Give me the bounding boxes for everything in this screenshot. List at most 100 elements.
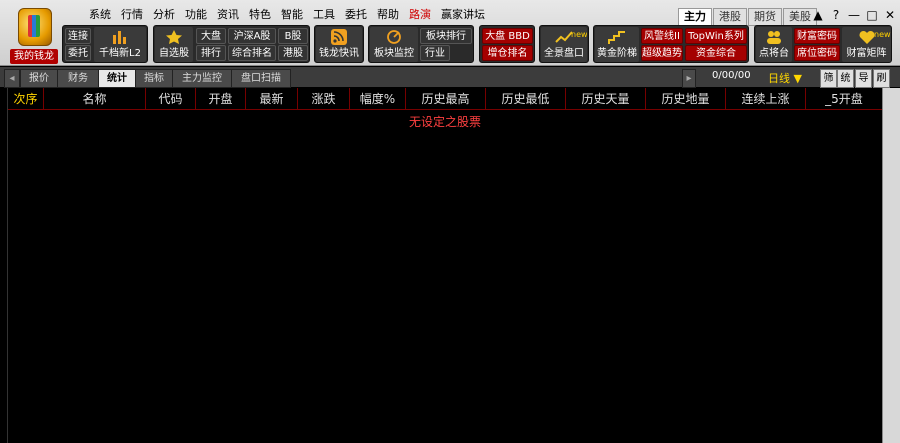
fund-composite-button[interactable]: 资金综合: [685, 45, 747, 61]
mode-tab-hk[interactable]: 港股: [713, 8, 747, 26]
ranking-dropdown[interactable]: 排行: [196, 45, 226, 61]
tab-scroll-left-icon[interactable]: ◂: [4, 69, 20, 88]
column-header-hist-high[interactable]: 历史最高: [406, 88, 486, 110]
column-header-hist-max-volume[interactable]: 历史天量: [566, 88, 646, 110]
menu-item-feature[interactable]: 特色: [244, 7, 276, 23]
menu-item-system[interactable]: 系统: [84, 7, 116, 23]
period-selector[interactable]: 日线 ▼: [768, 70, 802, 86]
vertical-scrollbar[interactable]: [882, 88, 900, 443]
new-badge: new: [571, 30, 587, 39]
column-header-code[interactable]: 代码: [146, 88, 196, 110]
help-icon[interactable]: ?: [830, 8, 842, 22]
star-icon: [166, 30, 182, 44]
ladder-icon: [608, 31, 625, 44]
toolbar-group-lists: 自选股 大盘 沪深A股 B股 排行 综合排名 港股: [153, 25, 310, 63]
level2-label: 千档新L2: [99, 48, 141, 59]
close-icon[interactable]: ✕: [884, 8, 896, 22]
menu-item-forum[interactable]: 赢家讲坛: [436, 7, 490, 23]
top-toolbar: 我的钱龙 系统 行情 分析 功能 资讯 特色 智能 工具 委托 帮助 路演 赢家…: [0, 0, 900, 66]
column-header-hist-low[interactable]: 历史最低: [486, 88, 566, 110]
mode-tab-main[interactable]: 主力: [678, 8, 712, 26]
general-board-button[interactable]: 点将台: [756, 27, 792, 62]
mode-tab-futures[interactable]: 期货: [748, 8, 782, 26]
menu-item-help[interactable]: 帮助: [372, 7, 404, 23]
super-trend-button[interactable]: 超级趋势: [641, 45, 683, 61]
column-header-5-open[interactable]: _5开盘: [806, 88, 882, 110]
tab-scroll-right-icon[interactable]: ▸: [682, 69, 696, 88]
entrust-button[interactable]: 委托: [65, 45, 91, 61]
rss-icon: [331, 29, 347, 45]
news-label: 钱龙快讯: [319, 48, 359, 59]
risk-line-button[interactable]: 风警线II: [641, 28, 683, 44]
golden-ladder-button[interactable]: 黄金阶梯: [595, 27, 639, 62]
logo-label: 我的钱龙: [10, 49, 58, 64]
level2-button[interactable]: 千档新L2: [94, 27, 146, 62]
tab-quotes[interactable]: 报价: [20, 69, 58, 88]
toolbar-group-trade: 连接 委托 千档新L2: [62, 25, 148, 63]
panorama-button[interactable]: new 全景盘口: [541, 27, 587, 62]
wealth-code-button[interactable]: 财富密码: [794, 28, 840, 44]
b-share-dropdown[interactable]: B股: [278, 28, 308, 44]
column-header-seq[interactable]: 次序: [8, 88, 44, 110]
topwin-button[interactable]: TopWin系列: [685, 28, 747, 44]
date-display: 0/00/00: [712, 70, 751, 81]
index-dropdown[interactable]: 大盘: [196, 28, 226, 44]
refresh-button[interactable]: 刷: [873, 69, 890, 88]
hk-dropdown[interactable]: 港股: [278, 45, 308, 61]
watchlist-label: 自选股: [159, 48, 189, 59]
view-tab-bar: ◂ 报价 财务 统计 指标 主力监控 盘口扫描 ▸: [0, 67, 900, 88]
empty-message: 无设定之股票: [408, 115, 481, 129]
connect-button[interactable]: 连接: [65, 28, 91, 44]
column-header-change[interactable]: 涨跌: [298, 88, 350, 110]
menu-item-smart[interactable]: 智能: [276, 7, 308, 23]
column-header-latest[interactable]: 最新: [246, 88, 298, 110]
add-position-ranking-button[interactable]: 增仓排名: [482, 45, 533, 61]
menu-item-analysis[interactable]: 分析: [148, 7, 180, 23]
tab-main-force-monitor[interactable]: 主力监控: [172, 69, 232, 88]
menu-item-function[interactable]: 功能: [180, 7, 212, 23]
wealth-matrix-button[interactable]: new 财富矩阵: [842, 27, 891, 62]
column-header-name[interactable]: 名称: [44, 88, 146, 110]
tab-order-scan[interactable]: 盘口扫描: [231, 69, 291, 88]
menu-item-info[interactable]: 资讯: [212, 7, 244, 23]
sector-ranking-button[interactable]: 板块排行: [420, 28, 472, 44]
window-controls: ▲ ? — □ ✕: [812, 8, 896, 22]
collapse-icon[interactable]: ▲: [812, 8, 824, 22]
composite-ranking-button[interactable]: 综合排名: [228, 45, 276, 61]
tab-statistics[interactable]: 统计: [98, 69, 136, 88]
bar-chart-icon: [113, 31, 126, 44]
bbd-button[interactable]: 大盘 BBD: [482, 28, 533, 44]
tab-finance[interactable]: 财务: [57, 69, 99, 88]
menu-item-roadshow[interactable]: 路演: [404, 7, 436, 23]
app-logo[interactable]: 我的钱龙: [10, 8, 58, 64]
tab-indicators[interactable]: 指标: [135, 69, 173, 88]
column-header-hist-min-volume[interactable]: 历史地量: [646, 88, 726, 110]
industry-dropdown[interactable]: 行业: [420, 45, 450, 61]
news-button[interactable]: 钱龙快讯: [316, 27, 362, 62]
minimize-icon[interactable]: —: [848, 8, 860, 22]
filter-button[interactable]: 筛: [820, 69, 837, 88]
column-header-consecutive-up[interactable]: 连续上涨: [726, 88, 806, 110]
menu-item-entrust[interactable]: 委托: [340, 7, 372, 23]
left-edge: [0, 88, 8, 443]
menu-item-tools[interactable]: 工具: [308, 7, 340, 23]
seat-code-button[interactable]: 席位密码: [794, 45, 840, 61]
radar-icon: [387, 30, 401, 44]
stats-button[interactable]: 统: [837, 69, 854, 88]
maximize-icon[interactable]: □: [866, 8, 878, 22]
menu-bar: 系统 行情 分析 功能 资讯 特色 智能 工具 委托 帮助 路演 赢家讲坛: [84, 7, 490, 23]
toolbar-group-sectors: 板块监控 板块排行 行业: [368, 25, 474, 63]
sector-monitor-button[interactable]: 板块监控: [370, 27, 418, 62]
export-button[interactable]: 导: [855, 69, 872, 88]
new-badge: new: [874, 30, 891, 39]
people-icon: [767, 31, 781, 44]
column-header-open[interactable]: 开盘: [196, 88, 246, 110]
panorama-label: 全景盘口: [544, 48, 584, 59]
sh-sz-a-dropdown[interactable]: 沪深A股: [228, 28, 276, 44]
toolbar-group-news: 钱龙快讯: [314, 25, 364, 63]
watchlist-button[interactable]: 自选股: [155, 27, 193, 62]
general-board-label: 点将台: [759, 48, 789, 59]
column-header-change-pct[interactable]: 幅度%: [350, 88, 406, 110]
mode-tabs: 主力 港股 期货 美股: [678, 8, 818, 26]
menu-item-market[interactable]: 行情: [116, 7, 148, 23]
